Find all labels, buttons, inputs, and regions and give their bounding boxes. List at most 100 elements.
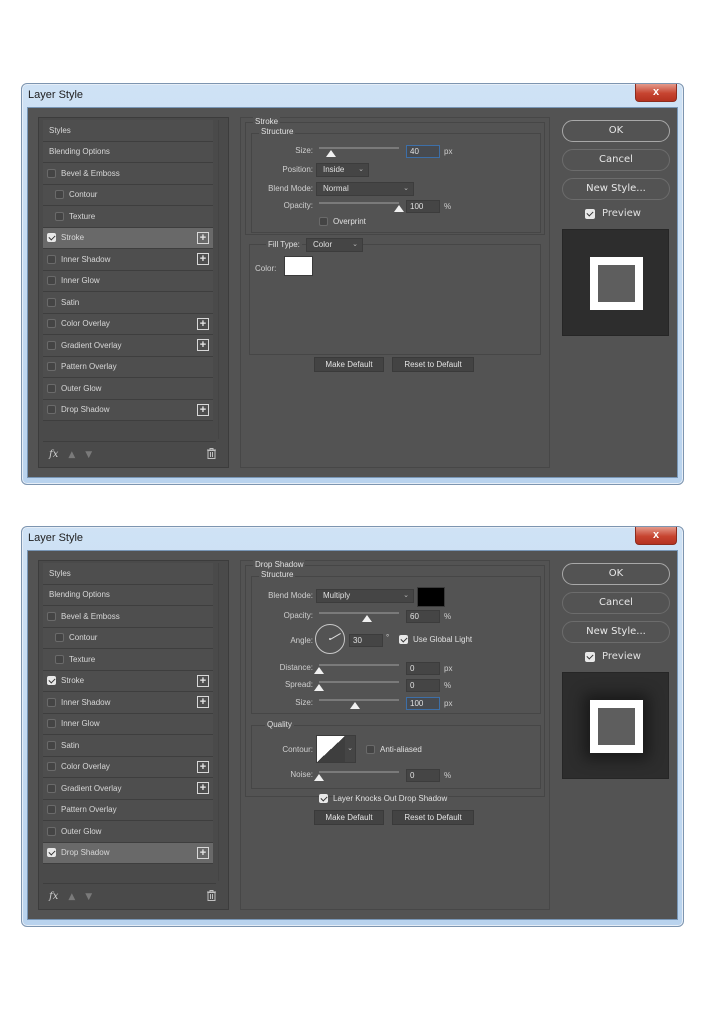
preview-checkbox[interactable]: Preview <box>585 208 641 219</box>
distance-input[interactable]: 0 <box>406 662 440 675</box>
size-slider[interactable] <box>319 147 399 149</box>
make-default-button[interactable]: Make Default <box>314 357 384 372</box>
ok-button[interactable]: OK <box>562 120 670 142</box>
add-effect-icon[interactable]: + <box>197 317 209 330</box>
style-item-contour[interactable]: Contour <box>43 184 213 206</box>
checkbox[interactable] <box>47 297 56 307</box>
use-global-light-checkbox[interactable]: Use Global Light <box>399 635 472 644</box>
move-down-icon[interactable]: ▼ <box>85 450 92 460</box>
checkbox[interactable] <box>47 740 56 750</box>
style-item-inner-glow[interactable]: Inner Glow <box>43 713 213 735</box>
fill-type-dropdown[interactable]: Color ⌄ <box>306 238 363 252</box>
delete-effect-icon[interactable] <box>207 447 216 462</box>
preview-checkbox[interactable]: Preview <box>585 651 641 662</box>
checkbox[interactable] <box>47 254 56 264</box>
checkbox-box[interactable] <box>399 635 408 644</box>
checkbox[interactable] <box>47 848 56 858</box>
shadow-color-swatch[interactable] <box>417 587 445 607</box>
checkbox[interactable] <box>47 340 56 350</box>
style-item-gradient-overlay[interactable]: Gradient Overlay + <box>43 778 213 800</box>
style-item-drop-shadow[interactable]: Drop Shadow + <box>43 399 213 421</box>
style-item-satin[interactable]: Satin <box>43 735 213 757</box>
opacity-slider-thumb[interactable] <box>394 205 404 212</box>
size-slider-thumb[interactable] <box>326 150 336 157</box>
style-item-drop-shadow[interactable]: Drop Shadow + <box>43 842 213 864</box>
checkbox-box[interactable] <box>319 794 328 803</box>
checkbox[interactable] <box>47 233 56 243</box>
move-down-icon[interactable]: ▼ <box>85 892 92 902</box>
checkbox[interactable] <box>55 633 64 643</box>
style-item-inner-glow[interactable]: Inner Glow <box>43 270 213 292</box>
noise-slider-thumb[interactable] <box>314 774 324 781</box>
add-effect-icon[interactable]: + <box>197 782 209 794</box>
style-item-color-overlay[interactable]: Color Overlay + <box>43 756 213 778</box>
angle-input[interactable]: 30 <box>349 634 383 647</box>
checkbox[interactable] <box>55 211 64 221</box>
style-item-styles[interactable]: Styles <box>43 120 213 142</box>
style-item-bevel-emboss[interactable]: Bevel & Emboss <box>43 606 213 628</box>
add-effect-icon[interactable]: + <box>197 696 209 708</box>
style-item-styles[interactable]: Styles <box>43 563 213 585</box>
opacity-input[interactable]: 100 <box>406 200 440 213</box>
style-item-pattern-overlay[interactable]: Pattern Overlay <box>43 356 213 378</box>
add-effect-icon[interactable]: + <box>197 339 209 351</box>
blend-mode-dropdown[interactable]: Multiply ⌄ <box>316 589 414 603</box>
fx-menu-icon[interactable]: fx <box>49 891 58 902</box>
checkbox[interactable] <box>47 719 56 729</box>
add-effect-icon[interactable]: + <box>197 846 209 859</box>
checkbox[interactable] <box>47 783 56 793</box>
blend-mode-dropdown[interactable]: Normal ⌄ <box>316 182 414 196</box>
style-item-gradient-overlay[interactable]: Gradient Overlay + <box>43 335 213 357</box>
title-bar[interactable]: Layer Style x <box>22 527 683 550</box>
distance-slider[interactable] <box>319 664 399 666</box>
opacity-input[interactable]: 60 <box>406 610 440 623</box>
checkbox[interactable] <box>55 190 64 200</box>
spread-input[interactable]: 0 <box>406 679 440 692</box>
reset-to-default-button[interactable]: Reset to Default <box>392 810 474 825</box>
checkbox[interactable] <box>47 362 56 372</box>
size-input[interactable]: 100 <box>406 697 440 710</box>
new-style-button[interactable]: New Style... <box>562 621 670 643</box>
style-item-satin[interactable]: Satin <box>43 292 213 314</box>
styles-scrollbar[interactable] <box>218 563 226 881</box>
title-bar[interactable]: Layer Style x <box>22 84 683 107</box>
move-up-icon[interactable]: ▲ <box>68 450 75 460</box>
size-input[interactable]: 40 <box>406 145 440 158</box>
checkbox[interactable] <box>47 826 56 836</box>
size-slider-thumb[interactable] <box>350 702 360 709</box>
style-item-bevel-emboss[interactable]: Bevel & Emboss <box>43 163 213 185</box>
style-item-blending-options[interactable]: Blending Options <box>43 141 213 163</box>
add-effect-icon[interactable]: + <box>197 253 209 265</box>
styles-scrollbar[interactable] <box>218 120 226 439</box>
checkbox[interactable] <box>47 168 56 178</box>
position-dropdown[interactable]: Inside ⌄ <box>316 163 369 177</box>
checkbox[interactable] <box>47 805 56 815</box>
checkbox[interactable] <box>47 405 56 415</box>
angle-dial[interactable] <box>315 624 345 654</box>
anti-aliased-checkbox[interactable]: Anti-aliased <box>366 745 422 754</box>
checkbox-box[interactable] <box>319 217 328 226</box>
opacity-slider[interactable] <box>319 202 399 204</box>
fx-menu-icon[interactable]: fx <box>49 449 58 460</box>
close-button[interactable]: x <box>635 84 677 102</box>
close-button[interactable]: x <box>635 527 677 545</box>
checkbox-box[interactable] <box>366 745 375 754</box>
style-item-stroke[interactable]: Stroke + <box>43 227 213 249</box>
new-style-button[interactable]: New Style... <box>562 178 670 200</box>
checkbox[interactable] <box>47 276 56 286</box>
checkbox[interactable] <box>47 611 56 621</box>
checkbox[interactable] <box>47 697 56 707</box>
make-default-button[interactable]: Make Default <box>314 810 384 825</box>
checkbox[interactable] <box>47 319 56 329</box>
style-item-blending-options[interactable]: Blending Options <box>43 584 213 606</box>
style-item-outer-glow[interactable]: Outer Glow <box>43 821 213 843</box>
checkbox[interactable] <box>47 676 56 686</box>
style-item-inner-shadow[interactable]: Inner Shadow + <box>43 692 213 714</box>
spread-slider-thumb[interactable] <box>314 684 324 691</box>
style-item-inner-shadow[interactable]: Inner Shadow + <box>43 249 213 271</box>
add-effect-icon[interactable]: + <box>197 231 209 244</box>
ok-button[interactable]: OK <box>562 563 670 585</box>
checkbox[interactable] <box>47 383 56 393</box>
style-item-contour[interactable]: Contour <box>43 627 213 649</box>
reset-to-default-button[interactable]: Reset to Default <box>392 357 474 372</box>
